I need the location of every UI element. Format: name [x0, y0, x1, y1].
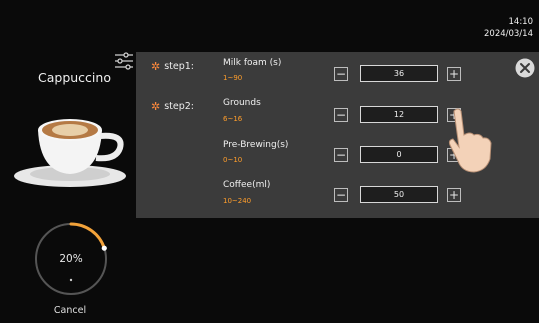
pre-brewing-value[interactable]: 0	[360, 146, 438, 163]
grounds-value[interactable]: 12	[360, 106, 438, 123]
cancel-button[interactable]: Cancel	[48, 305, 92, 316]
step-label: step1:	[164, 61, 195, 72]
step-1: ✲ step1:	[151, 60, 194, 73]
status-clock: 14:10 2024/03/14	[484, 16, 533, 40]
param-name-milk-foam: Milk foam (s)	[223, 58, 282, 68]
pointing-hand-icon	[448, 108, 492, 173]
progress-percent: 20%	[59, 253, 83, 265]
gear-dot-icon: ✲	[151, 100, 161, 113]
grounds-decrease-button[interactable]: −	[334, 108, 348, 122]
milk-foam-decrease-button[interactable]: −	[334, 67, 348, 81]
clock-date: 2024/03/14	[484, 29, 533, 39]
clock-time: 14:10	[508, 17, 534, 27]
param-range-grounds: 6~16	[223, 115, 243, 123]
param-name-coffee: Coffee(ml)	[223, 180, 271, 190]
milk-foam-value[interactable]: 36	[360, 65, 438, 82]
coffee-value[interactable]: 50	[360, 186, 438, 203]
milk-foam-increase-button[interactable]: +	[447, 67, 461, 81]
param-range-pre-brewing: 0~10	[223, 156, 243, 164]
param-range-milk-foam: 1~90	[223, 74, 243, 82]
close-icon[interactable]	[515, 58, 535, 78]
drink-title: Cappuccino	[38, 70, 111, 85]
coffee-increase-button[interactable]: +	[447, 188, 461, 202]
param-range-coffee: 10~240	[223, 197, 252, 205]
pre-brewing-decrease-button[interactable]: −	[334, 148, 348, 162]
step-2: ✲ step2:	[151, 100, 194, 113]
coffee-decrease-button[interactable]: −	[334, 188, 348, 202]
step-label: step2:	[164, 101, 195, 112]
param-name-grounds: Grounds	[223, 98, 261, 108]
param-name-pre-brewing: Pre-Brewing(s)	[223, 140, 289, 150]
sliders-icon[interactable]	[113, 50, 135, 72]
gear-dot-icon: ✲	[151, 60, 161, 73]
cappuccino-cup-image	[14, 119, 126, 187]
